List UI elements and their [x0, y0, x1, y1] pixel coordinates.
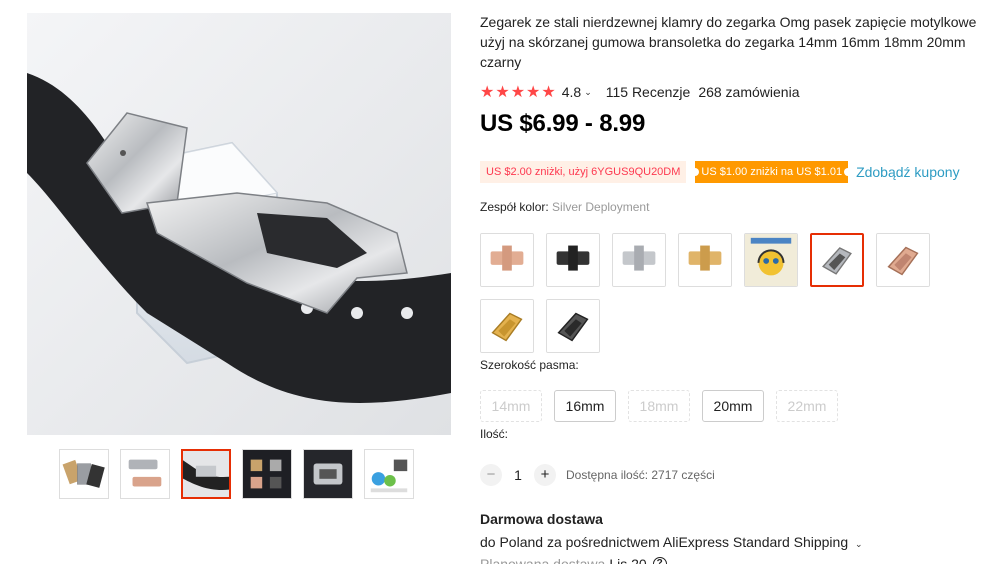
quantity-label: Ilość:: [480, 427, 509, 441]
color-selected-value: Silver Deployment: [552, 200, 650, 214]
reviews-link[interactable]: 115 Recenzje: [606, 84, 691, 100]
swatch-rose-gold-deployment[interactable]: [876, 233, 930, 287]
swatch-gold-deployment[interactable]: [480, 299, 534, 353]
delivery-label: Planowana dostawa: [480, 556, 606, 564]
rating-row: ★★★★★ 4.8 ⌄ 115 Recenzje 268 zamówienia: [480, 82, 995, 102]
swatch-customer-service-agent[interactable]: [744, 233, 798, 287]
delivery-estimate: Planowana dostawa Lis 20 ?: [480, 556, 667, 564]
quantity-increase-button[interactable]: +: [534, 464, 556, 486]
size-option-16mm[interactable]: 16mm: [554, 390, 616, 422]
swatch-silver-clasp[interactable]: [612, 233, 666, 287]
chevron-down-icon[interactable]: ⌄: [584, 87, 592, 98]
thumbnail-strip: [59, 449, 414, 499]
color-label-text: Zespół kolor:: [480, 200, 553, 214]
stock-available: Dostępna ilość: 2717 części: [566, 468, 715, 482]
quantity-value[interactable]: 1: [502, 467, 534, 483]
product-price: US $6.99 - 8.99: [480, 110, 646, 137]
rating-stars: ★★★★★: [480, 84, 557, 101]
size-option-18mm[interactable]: 18mm: [628, 390, 690, 422]
width-label: Szerokość pasma:: [480, 358, 579, 372]
orders-count: 268 zamówienia: [698, 84, 800, 100]
product-info: Zegarek ze stali nierdzewnej klamry do z…: [480, 12, 995, 564]
thumbnail-rose-silver-clasp[interactable]: [120, 449, 170, 499]
shipping-method-text[interactable]: do Poland za pośrednictwem AliExpress St…: [480, 534, 848, 550]
width-options: 14mm 16mm 18mm 20mm 22mm: [480, 390, 838, 422]
chevron-down-icon[interactable]: ⌄: [855, 539, 863, 549]
thumbnail-four-color-choice[interactable]: [242, 449, 292, 499]
size-option-14mm[interactable]: 14mm: [480, 390, 542, 422]
swatch-silver-deployment[interactable]: [810, 233, 864, 287]
color-label: Zespół kolor: Silver Deployment: [480, 200, 649, 214]
store-coupon-badge[interactable]: US $2.00 zniżki, użyj 6YGUS9QU20DM: [480, 161, 687, 183]
rating-value[interactable]: 4.8: [562, 84, 581, 100]
thumbnail-clasp-on-strap[interactable]: [181, 449, 231, 499]
swatch-black-clasp[interactable]: [546, 233, 600, 287]
discount-coupon-badge[interactable]: US $1.00 zniżki na US $1.01: [691, 161, 852, 183]
size-option-22mm[interactable]: 22mm: [776, 390, 838, 422]
quantity-stepper: − 1 + Dostępna ilość: 2717 części: [480, 464, 715, 486]
delivery-date: Lis 20: [609, 556, 647, 564]
shipping-title: Darmowa dostawa: [480, 511, 603, 527]
main-product-image[interactable]: [27, 13, 451, 435]
help-icon[interactable]: ?: [652, 557, 667, 564]
get-coupons-link[interactable]: Zdobądź kupony: [856, 164, 960, 180]
quantity-decrease-button[interactable]: −: [480, 464, 502, 486]
swatch-gold-clasp[interactable]: [678, 233, 732, 287]
coupon-row: US $2.00 zniżki, użyj 6YGUS9QU20DM US $1…: [480, 161, 960, 183]
size-option-20mm[interactable]: 20mm: [702, 390, 764, 422]
swatch-black-deployment[interactable]: [546, 299, 600, 353]
color-swatches: [480, 233, 940, 353]
shipping-method[interactable]: do Poland za pośrednictwem AliExpress St…: [480, 534, 863, 550]
swatch-rose-gold-clasp[interactable]: [480, 233, 534, 287]
thumbnail-advantage[interactable]: [364, 449, 414, 499]
thumbnail-clasp-set[interactable]: [59, 449, 109, 499]
thumbnail-steel-clasp[interactable]: [303, 449, 353, 499]
product-title: Zegarek ze stali nierdzewnej klamry do z…: [480, 14, 977, 70]
